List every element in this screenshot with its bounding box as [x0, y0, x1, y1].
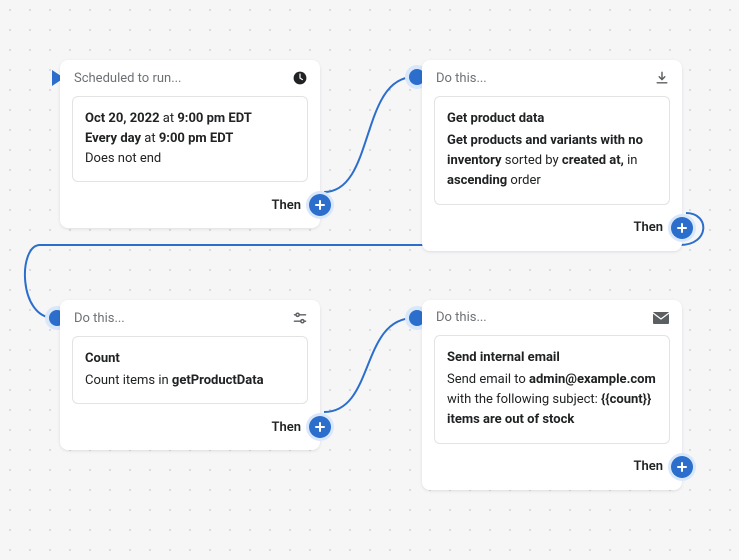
- card-footer: Then: [422, 217, 682, 251]
- workflow-card-count[interactable]: Do this... Count Count items in getProdu…: [60, 300, 320, 450]
- then-label: Then: [633, 459, 663, 474]
- card-body: Get product data Get products and varian…: [434, 96, 670, 205]
- card-header: Do this...: [60, 300, 320, 336]
- then-label: Then: [271, 420, 301, 435]
- mail-icon: [652, 311, 670, 325]
- add-step-button[interactable]: [671, 456, 693, 478]
- workflow-card-email[interactable]: Do this... Send internal email Send emai…: [422, 300, 682, 490]
- card-footer: Then: [422, 456, 682, 490]
- add-step-button[interactable]: [671, 217, 693, 239]
- card-header: Do this...: [422, 300, 682, 335]
- add-step-button[interactable]: [309, 416, 331, 438]
- add-step-button[interactable]: [309, 194, 331, 216]
- card-body: Oct 20, 2022 at 9:00 pm EDT Every day at…: [72, 96, 308, 182]
- card-body: Send internal email Send email to admin@…: [434, 335, 670, 444]
- card-header-label: Scheduled to run...: [74, 71, 182, 86]
- card-header: Scheduled to run...: [60, 60, 320, 96]
- card-footer: Then: [60, 194, 320, 228]
- card-header-label: Do this...: [436, 71, 487, 86]
- then-label: Then: [633, 220, 663, 235]
- workflow-card-trigger[interactable]: Scheduled to run... Oct 20, 2022 at 9:00…: [60, 60, 320, 228]
- card-header: Do this...: [422, 60, 682, 96]
- download-icon: [654, 70, 670, 86]
- card-body: Count Count items in getProductData: [72, 336, 308, 404]
- workflow-card-product[interactable]: Do this... Get product data Get products…: [422, 60, 682, 251]
- card-header-label: Do this...: [74, 311, 125, 326]
- adjust-icon: [292, 310, 308, 326]
- clock-icon: [292, 70, 308, 86]
- then-label: Then: [271, 198, 301, 213]
- card-header-label: Do this...: [436, 310, 487, 325]
- card-footer: Then: [60, 416, 320, 450]
